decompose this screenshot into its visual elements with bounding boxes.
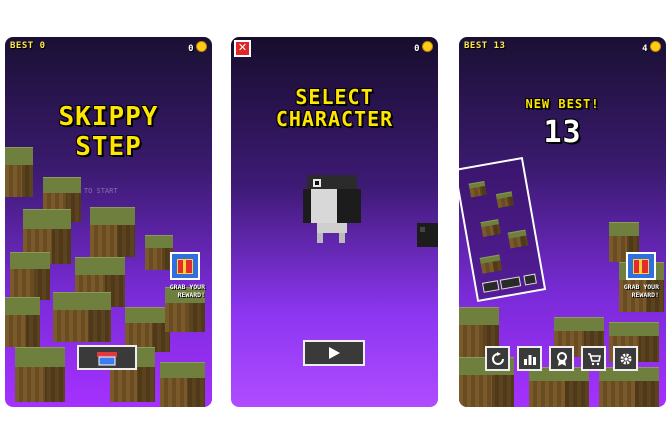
ground-block xyxy=(529,367,589,407)
cart-button[interactable] xyxy=(581,346,606,371)
ground-block xyxy=(145,235,173,271)
best-value: 0 xyxy=(39,41,46,51)
next-character-peek[interactable] xyxy=(417,223,438,247)
restart-icon xyxy=(491,351,504,365)
reward-line1: GRAB YOUR xyxy=(169,283,205,291)
final-score: 13 xyxy=(543,115,582,150)
reward-text: GRAB YOUR REWARD! xyxy=(145,283,205,299)
gift-icon xyxy=(177,258,193,274)
achievements-icon xyxy=(556,351,567,366)
screen-select-character: ✕ 0 SELECT CHARACTER xyxy=(231,37,438,407)
best-label: BEST xyxy=(464,41,488,51)
coin-icon xyxy=(650,41,661,52)
coin-count: 4 xyxy=(642,44,648,54)
settings-icon xyxy=(620,353,631,364)
ground-block xyxy=(599,367,659,407)
coin-counter: 4 xyxy=(642,41,661,54)
best-label: BEST xyxy=(10,41,34,51)
close-button[interactable]: ✕ xyxy=(234,40,251,57)
leaderboard-icon xyxy=(523,354,536,365)
restart-button[interactable] xyxy=(485,346,510,371)
select-title-line2: CHARACTER xyxy=(275,107,394,131)
game-title-line1: SKIPPY xyxy=(58,102,159,132)
penguin-character[interactable] xyxy=(303,175,361,245)
settings-button[interactable] xyxy=(613,346,638,371)
best-value: 13 xyxy=(493,41,506,51)
new-best-label: NEW BEST! xyxy=(525,97,600,111)
cart-icon xyxy=(587,352,601,365)
ground-block xyxy=(10,252,50,300)
ground-block xyxy=(53,292,111,342)
reward-line2: REWARD! xyxy=(177,291,205,299)
coin-icon xyxy=(422,41,433,52)
select-title-line1: SELECT xyxy=(295,85,374,109)
coin-count: 0 xyxy=(188,44,194,54)
ground-block xyxy=(160,362,205,407)
best-score: BEST 13 xyxy=(464,41,505,51)
best-score: BEST 0 xyxy=(10,41,46,51)
ground-block xyxy=(15,347,65,403)
reward-text: GRAB YOUR REWARD! xyxy=(599,283,659,299)
ground-block xyxy=(90,207,135,257)
ground-block xyxy=(5,147,33,197)
ground-block xyxy=(5,297,40,347)
coin-counter: 0 xyxy=(414,41,433,54)
play-icon xyxy=(329,347,340,359)
reward-line1: GRAB YOUR xyxy=(623,283,659,291)
video-button[interactable] xyxy=(499,276,522,290)
coin-counter: 0 xyxy=(188,41,207,54)
coin-icon xyxy=(196,41,207,52)
leaderboard-button[interactable] xyxy=(517,346,542,371)
screen-game-over: BEST 13 4 NEW BEST! 13 GRAB YOUR REWARD! xyxy=(459,37,666,407)
shop-icon xyxy=(97,351,117,365)
game-title-line2: STEP xyxy=(75,132,142,162)
coin-count: 0 xyxy=(414,44,420,54)
gift-button[interactable] xyxy=(170,252,200,280)
replay-preview[interactable] xyxy=(459,156,547,303)
screen-home: BEST 0 0 SKIPPY STEP TAP TO START GRAB Y… xyxy=(5,37,212,407)
gift-icon xyxy=(633,258,649,274)
share-button[interactable] xyxy=(523,273,537,286)
shop-button[interactable] xyxy=(77,345,137,370)
gif-button[interactable] xyxy=(482,280,500,293)
gift-button[interactable] xyxy=(626,252,656,280)
play-button[interactable] xyxy=(303,340,365,366)
reward-line2: REWARD! xyxy=(631,291,659,299)
achievements-button[interactable] xyxy=(549,346,574,371)
